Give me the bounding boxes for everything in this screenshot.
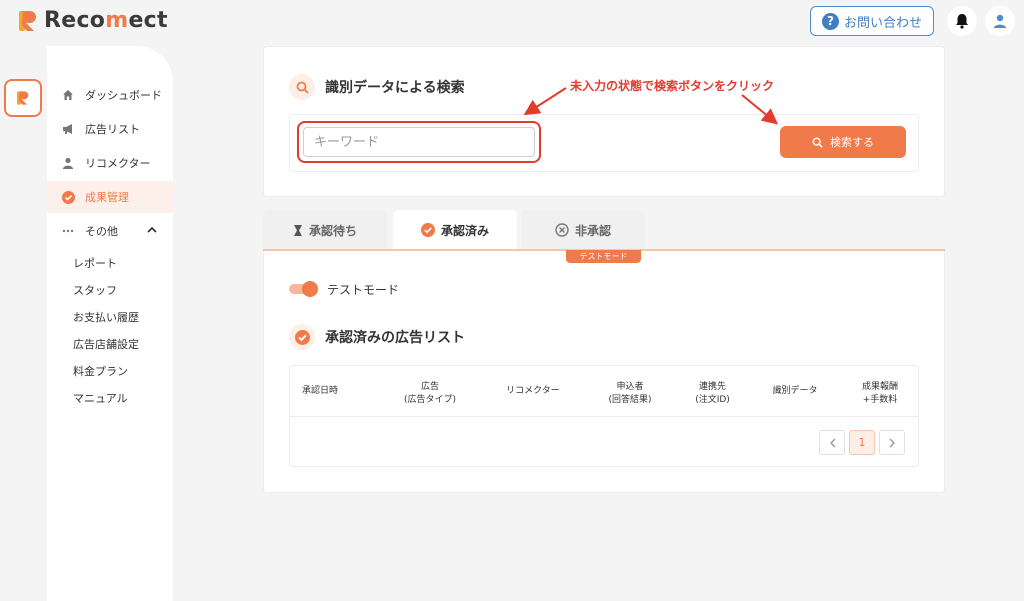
sidebar-subitem-staff[interactable]: スタッフ [73,282,117,298]
sidebar-subitem-store-settings[interactable]: 広告店舗設定 [73,336,139,352]
table-header-divider [289,416,919,417]
sidebar-item-dashboard[interactable]: ダッシュボード [47,79,173,111]
check-circle-icon [61,190,75,204]
chevron-right-icon [889,438,895,447]
search-section-title: 識別データによる検索 [289,74,465,100]
search-button-label: 検索する [830,136,874,149]
sidebar-item-label: その他 [85,225,118,238]
test-mode-badge: テストモード [566,250,641,263]
app-logo-icon [17,91,29,105]
column-header-ad[interactable]: 広告 (広告タイプ) [395,381,465,407]
pagination-next[interactable] [879,430,905,455]
toggle-knob [302,281,318,297]
hourglass-icon [293,224,302,236]
sidebar: ダッシュボード 広告リスト リコメクター 成果管理 その他 レポート スタッフ … [47,46,173,601]
column-header-recomector[interactable]: リコメクター [500,385,566,398]
account-button[interactable] [985,6,1015,36]
person-icon [61,156,75,170]
sidebar-subitem-payment-history[interactable]: お支払い履歴 [73,309,139,325]
sidebar-item-recomector[interactable]: リコメクター [47,147,173,179]
user-icon [994,14,1006,28]
chevron-up-icon[interactable] [147,224,157,237]
app-rail [0,44,47,601]
question-icon: ? [821,12,839,30]
app-switcher-recomect[interactable] [4,79,42,117]
column-header-identification-data[interactable]: 識別データ [765,385,825,398]
sidebar-item-results[interactable]: 成果管理 [47,181,173,213]
tab-label: 承認待ち [308,223,357,238]
sidebar-subitem-pricing-plan[interactable]: 料金プラン [73,363,128,379]
page-title: 識別データによる検索 [325,80,465,96]
tab-pending[interactable]: 承認待ち [263,210,387,250]
more-icon [61,224,75,238]
pagination-page[interactable]: 1 [849,430,875,455]
brand-logo[interactable]: Recomect [18,8,168,33]
pagination-prev[interactable] [819,430,845,455]
contact-button[interactable]: ? お問い合わせ [810,6,934,36]
notification-button[interactable] [947,6,977,36]
tab-label: 承認済み [440,223,489,238]
megaphone-icon [61,122,75,136]
search-icon [812,137,823,148]
x-circle-icon [555,223,569,237]
tab-label: 非承認 [574,223,611,238]
list-title: 承認済みの広告リスト [325,330,465,346]
home-icon [61,88,75,102]
test-mode-toggle[interactable] [289,281,319,297]
sidebar-item-label: 成果管理 [85,191,129,204]
column-header-applicant[interactable]: 申込者 (回答結果) [600,381,660,407]
test-mode-label: テストモード [327,283,400,297]
tab-approved[interactable]: 承認済み [393,210,517,250]
annotation-text: 未入力の状態で検索ボタンをクリック [570,79,775,93]
check-circle-icon [289,324,315,350]
logo-mark-icon [18,9,38,33]
column-header-reward[interactable]: 成果報酬 +手数料 [855,381,905,407]
search-icon [289,74,315,100]
keyword-input[interactable] [303,127,535,157]
sidebar-subitem-report[interactable]: レポート [73,255,117,271]
brand-name: Recomect [44,8,168,33]
contact-label: お問い合わせ [843,15,922,31]
column-header-partner[interactable]: 連携先 (注文ID) [685,381,740,407]
chevron-left-icon [829,438,835,447]
list-section-title: 承認済みの広告リスト [289,324,465,350]
sidebar-item-ad-list[interactable]: 広告リスト [47,113,173,145]
search-button[interactable]: 検索する [780,126,906,158]
check-circle-icon [420,223,435,237]
sidebar-item-label: リコメクター [85,157,151,170]
sidebar-item-label: ダッシュボード [85,89,162,102]
top-header: Recomect ? お問い合わせ [0,0,1024,44]
tab-rejected[interactable]: 非承認 [521,210,645,250]
column-header-approved-date[interactable]: 承認日時 [300,385,340,398]
sidebar-item-label: 広告リスト [85,123,140,136]
sidebar-item-others[interactable]: その他 [47,215,173,247]
bell-icon [956,14,968,29]
sidebar-subitem-manual[interactable]: マニュアル [73,390,128,406]
